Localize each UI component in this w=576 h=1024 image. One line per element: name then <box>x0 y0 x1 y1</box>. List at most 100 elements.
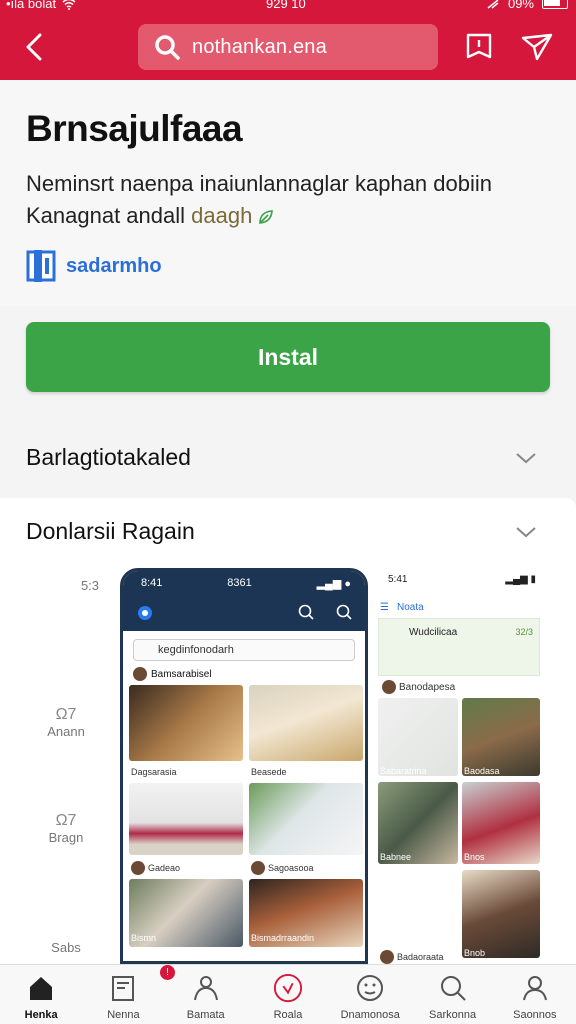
avatar <box>131 861 145 875</box>
section-row-2[interactable]: Donlarsii Ragain <box>0 498 576 568</box>
install-button[interactable]: Instal <box>26 322 550 392</box>
gallery-side-label: 5:3 <box>80 578 100 593</box>
share-button[interactable] <box>520 30 554 64</box>
app-logo-icon <box>138 606 152 620</box>
chevron-left-icon <box>26 33 42 61</box>
screenshot-2-status-icons: ▂▄▆ ▮ <box>505 574 536 585</box>
menu-icon: ☰ <box>380 601 389 613</box>
screenshot-1-header: 8:41 8361 ▂▄▆ ● <box>123 571 365 631</box>
tile-caption: Sagoasooa <box>251 861 314 875</box>
nav-tab-home[interactable]: Henka <box>0 965 82 1024</box>
chevron-down-icon <box>516 527 536 538</box>
tile-caption: Beasede <box>251 767 287 777</box>
search-icon <box>440 976 466 1001</box>
gallery-side-label: Sabs <box>51 940 81 955</box>
nav-tab-reactions[interactable]: Dnamonosa <box>329 965 411 1024</box>
nav-tab-profile[interactable]: Saonnos <box>494 965 576 1024</box>
developer-name: sadarmho <box>66 254 162 277</box>
description-line-2: Kanagnat andall <box>26 203 186 228</box>
card-count: 32/3 <box>515 627 533 637</box>
search-icon <box>155 35 180 60</box>
wifi-icon <box>62 0 76 10</box>
photo-tile <box>378 698 458 776</box>
avatar <box>380 950 394 964</box>
screenshot-2-title: Noata <box>396 601 424 613</box>
chevron-down-icon <box>516 453 536 464</box>
screenshot-2-card: Wudcilicaa 32/3 <box>378 618 540 676</box>
card-title: Wudcilicaa <box>409 627 458 638</box>
section-row-1[interactable]: Barlagtiotakaled <box>0 424 576 494</box>
nav-tab-label: Henka <box>24 1009 58 1021</box>
nav-tab-label: Roala <box>273 1009 303 1021</box>
screenshot-2-time: 5:41 <box>388 574 408 585</box>
screenshot-1-clock: 8361 <box>227 577 252 589</box>
search-icon <box>336 604 352 620</box>
photo-tile <box>462 698 540 776</box>
avatar <box>382 680 396 694</box>
nav-tab-label: Bamata <box>186 1009 225 1021</box>
search-icon <box>298 604 314 620</box>
tile-caption: Baodasa <box>464 766 500 776</box>
leaf-icon <box>259 210 274 224</box>
gallery-side-label: Ω7 Bragn <box>48 812 84 845</box>
section-row-2-label: Donlarsii Ragain <box>26 518 195 544</box>
status-bar: •ıla bolat 929 10 09% <box>0 0 576 12</box>
screenshot-1-user: Bamsarabisel <box>133 667 212 681</box>
photo-tile <box>129 783 243 855</box>
home-icon <box>30 977 53 1000</box>
nav-tab-documents[interactable]: Nenna <box>82 965 164 1024</box>
app-description: Neminsrt naenpa inaiunlannaglar kaphan d… <box>26 168 546 232</box>
status-left-text: •ıla bolat <box>6 0 57 11</box>
nav-tab-label: Dnamonosa <box>340 1009 400 1021</box>
back-button[interactable] <box>20 30 48 64</box>
screenshot-2-user: Banodapesa <box>382 680 455 694</box>
screenshot-1-time: 8:41 <box>141 577 163 589</box>
notification-badge: ! <box>160 965 175 980</box>
photo-tile <box>129 685 243 761</box>
description-accent: daagh <box>191 203 253 228</box>
top-app-bar: •ıla bolat 929 10 09% nothankan.ena <box>0 0 576 80</box>
bottom-navigation: Henka Nenna Bamata Roala Dnamonosa Sarko… <box>0 964 576 1024</box>
screenshot-1-status-icons: ▂▄▆ ● <box>316 578 351 590</box>
screenshot-1-search: kegdinfonodarh <box>133 639 355 661</box>
tile-caption: Bnos <box>464 852 485 862</box>
bookmark-icon <box>466 33 492 59</box>
nav-tab-search[interactable]: Sarkonna <box>411 965 493 1024</box>
tile-caption: Babnee <box>380 852 412 862</box>
nav-tab-explore[interactable]: Roala <box>247 965 329 1024</box>
photo-tile <box>249 783 363 855</box>
search-bar[interactable]: nothankan.ena <box>138 24 438 70</box>
tile-caption: Dagsarasia <box>131 767 177 777</box>
nav-tab-label: Sarkonna <box>429 1009 477 1021</box>
screenshots-gallery[interactable]: 5:3 Ω7 Anann Ω7 Bragn Sabs 8:41 8361 ▂▄▆ ●… <box>0 568 576 964</box>
status-time: 929 10 <box>266 0 306 11</box>
description-line-1: Neminsrt naenpa inaiunlannaglar kaphan d… <box>26 171 492 196</box>
search-query: nothankan.ena <box>192 35 327 58</box>
nav-tab-people[interactable]: Bamata <box>165 965 247 1024</box>
avatar <box>133 667 147 681</box>
screenshot-2-nav: ☰ Noata <box>380 596 538 618</box>
bookmark-button[interactable] <box>462 30 496 64</box>
app-title: Brnsajulfaaa <box>26 108 243 149</box>
tile-caption: Bismn <box>131 933 157 943</box>
tile-caption: Sabaratrina <box>380 766 427 776</box>
signal-icon <box>487 0 499 9</box>
photo-tile <box>249 685 363 761</box>
battery-percent: 09% <box>507 0 534 11</box>
developer-link[interactable]: sadarmho <box>26 248 162 284</box>
developer-logo-icon <box>26 250 56 282</box>
gallery-side-label: Ω7 Anann <box>47 706 85 739</box>
people-icon <box>193 976 218 1001</box>
photo-tile <box>462 870 540 958</box>
document-icon <box>112 976 135 1001</box>
tile-caption: Badaoraata <box>380 950 444 964</box>
screenshot-1[interactable]: 8:41 8361 ▂▄▆ ● kegdinfonodarh Bamsarabi… <box>120 568 368 964</box>
person-icon <box>522 976 547 1001</box>
send-icon <box>521 33 553 61</box>
screenshot-2[interactable]: 5:41 ▂▄▆ ▮ ☰ Noata Wudcilicaa 32/3 Banod… <box>374 568 544 964</box>
nav-tab-label: Nenna <box>107 1009 140 1021</box>
smiley-icon <box>357 975 384 1001</box>
tile-caption: Bnob <box>464 948 486 958</box>
section-row-1-label: Barlagtiotakaled <box>26 444 191 470</box>
tile-caption: Gadeao <box>131 861 180 875</box>
